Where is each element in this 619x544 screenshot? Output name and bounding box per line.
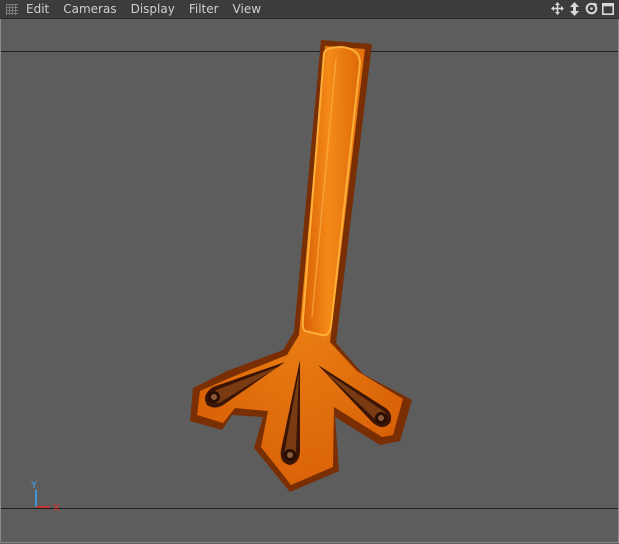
rotate-icon[interactable] [584, 1, 598, 16]
move-icon[interactable] [550, 1, 564, 16]
panel-grip-icon[interactable] [6, 3, 18, 15]
axis-y-label: Y [30, 480, 38, 491]
menu-cameras[interactable]: Cameras [56, 0, 123, 19]
scene-canvas: Y X [30, 40, 412, 514]
zoom-icon[interactable] [567, 1, 581, 16]
menu-view[interactable]: View [226, 0, 268, 19]
axis-x-label: X [53, 503, 60, 514]
maximize-icon[interactable] [601, 1, 615, 16]
bird-foot-model[interactable] [190, 40, 412, 492]
axis-gizmo: Y X [30, 480, 60, 514]
navigation-icons [550, 1, 615, 16]
viewport-menubar: Edit Cameras Display Filter View [0, 0, 619, 19]
viewport-window: Edit Cameras Display Filter View Y X [0, 0, 619, 544]
menu-filter[interactable]: Filter [182, 0, 226, 19]
3d-viewport[interactable]: Y X [0, 19, 619, 544]
menu-edit[interactable]: Edit [26, 0, 56, 19]
menu-display[interactable]: Display [124, 0, 182, 19]
